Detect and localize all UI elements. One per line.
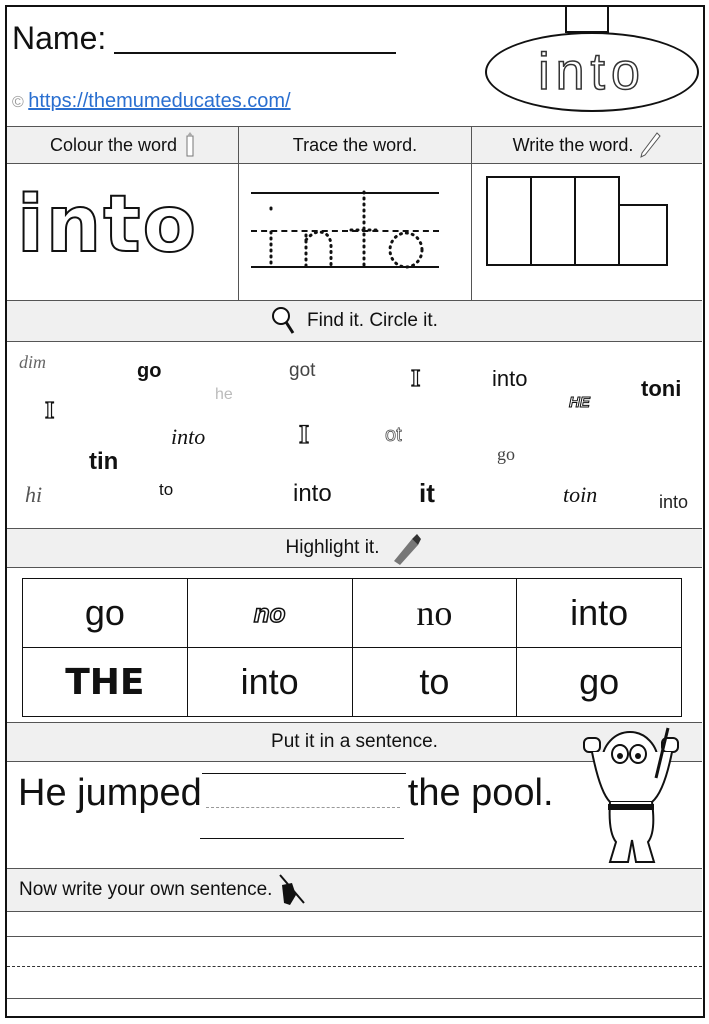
letter-box-1[interactable]	[486, 176, 532, 266]
target-word-sign: into	[485, 32, 699, 112]
activity-header-row: Colour the word Trace the word. Write th…	[7, 126, 702, 164]
write-cell	[472, 164, 702, 300]
find-word[interactable]: into	[659, 492, 688, 513]
write-header-label: Write the word.	[512, 134, 634, 155]
highlight-cell[interactable]: no	[351, 578, 518, 648]
highlight-table: go no no into THE into to go	[22, 578, 682, 717]
find-header: Find it. Circle it.	[7, 300, 702, 342]
find-word[interactable]: tin	[89, 448, 118, 476]
highlight-cell[interactable]: into	[516, 578, 682, 648]
trace-cell: into	[239, 164, 472, 300]
highlight-title: Highlight it.	[285, 537, 380, 558]
find-word-area: dim go he got I into HE toni I into I ot…	[7, 342, 702, 528]
website-link[interactable]: https://themumeducates.com/	[28, 90, 290, 112]
copyright: © https://themumeducates.com/	[12, 90, 291, 113]
copyright-symbol: ©	[12, 94, 24, 111]
target-word: into	[537, 42, 646, 102]
highlight-cell[interactable]: into	[186, 647, 353, 717]
hand-pencil-icon	[279, 874, 306, 905]
writing-mid-line[interactable]	[7, 966, 702, 967]
dotted-trace-letters[interactable]	[251, 190, 441, 270]
find-word[interactable]: go	[497, 444, 515, 465]
find-word[interactable]: I	[298, 419, 309, 450]
highlight-cell[interactable]: go	[22, 578, 188, 648]
find-word[interactable]: into	[492, 366, 527, 392]
highlight-cell[interactable]: no	[186, 578, 353, 648]
trace-header-label: Trace the word.	[292, 134, 418, 155]
magnifier-icon	[272, 307, 295, 334]
pencil-crayon-icon	[186, 132, 194, 157]
own-sentence-header: Now write your own sentence.	[7, 868, 702, 912]
blank-input[interactable]	[206, 807, 400, 808]
writing-top-line[interactable]	[7, 936, 702, 937]
pencil-icon	[640, 132, 662, 158]
sign-hanger	[565, 5, 609, 33]
writing-bottom-line[interactable]	[7, 998, 702, 999]
find-word[interactable]: dim	[19, 352, 46, 373]
letter-box-2[interactable]	[530, 176, 576, 266]
find-word[interactable]: HE	[569, 394, 591, 412]
find-word[interactable]: toin	[563, 482, 597, 508]
find-word[interactable]: hi	[25, 482, 42, 508]
letter-box-3[interactable]	[574, 176, 620, 266]
find-word[interactable]: I	[410, 365, 421, 393]
find-word[interactable]: into	[293, 480, 332, 508]
sentence-before: He jumped	[18, 772, 202, 814]
colour-header-label: Colour the word	[49, 134, 178, 155]
sentence-title: Put it in a sentence.	[271, 731, 438, 752]
hippo-snorkel-mascot	[583, 727, 679, 863]
highlighter-icon	[393, 534, 421, 565]
find-word[interactable]: got	[289, 360, 315, 382]
blank-bottom-line	[200, 838, 404, 839]
find-word[interactable]: ot	[385, 424, 402, 447]
name-label: Name:	[12, 20, 107, 56]
activity-row: into into	[7, 164, 702, 300]
find-word[interactable]: toni	[641, 376, 681, 402]
find-word[interactable]: to	[159, 480, 173, 500]
find-word[interactable]: it	[419, 478, 435, 509]
highlight-cell[interactable]: go	[516, 647, 682, 717]
find-word[interactable]: go	[137, 360, 161, 383]
find-word[interactable]: he	[215, 386, 233, 404]
find-word[interactable]: I	[44, 397, 55, 425]
sentence-after: the pool.	[407, 772, 554, 814]
table-row: THE into to go	[22, 647, 682, 717]
sentence-text: He jumped the pool.	[18, 772, 554, 815]
highlight-header: Highlight it.	[7, 528, 702, 568]
trace-header: Trace the word.	[239, 127, 472, 163]
letter-box-4[interactable]	[618, 204, 668, 266]
name-input-line[interactable]	[114, 52, 396, 54]
colour-word[interactable]: into	[16, 179, 198, 271]
colour-header: Colour the word	[7, 127, 239, 163]
find-word[interactable]: into	[171, 424, 205, 450]
highlight-cell[interactable]: to	[351, 647, 518, 717]
write-header: Write the word.	[472, 127, 702, 163]
table-row: go no no into	[22, 578, 682, 648]
highlight-cell[interactable]: THE	[22, 647, 188, 717]
colour-cell: into	[7, 164, 239, 300]
blank-top-line	[202, 773, 406, 774]
find-title: Find it. Circle it.	[307, 310, 438, 331]
own-sentence-title: Now write your own sentence.	[19, 879, 273, 900]
